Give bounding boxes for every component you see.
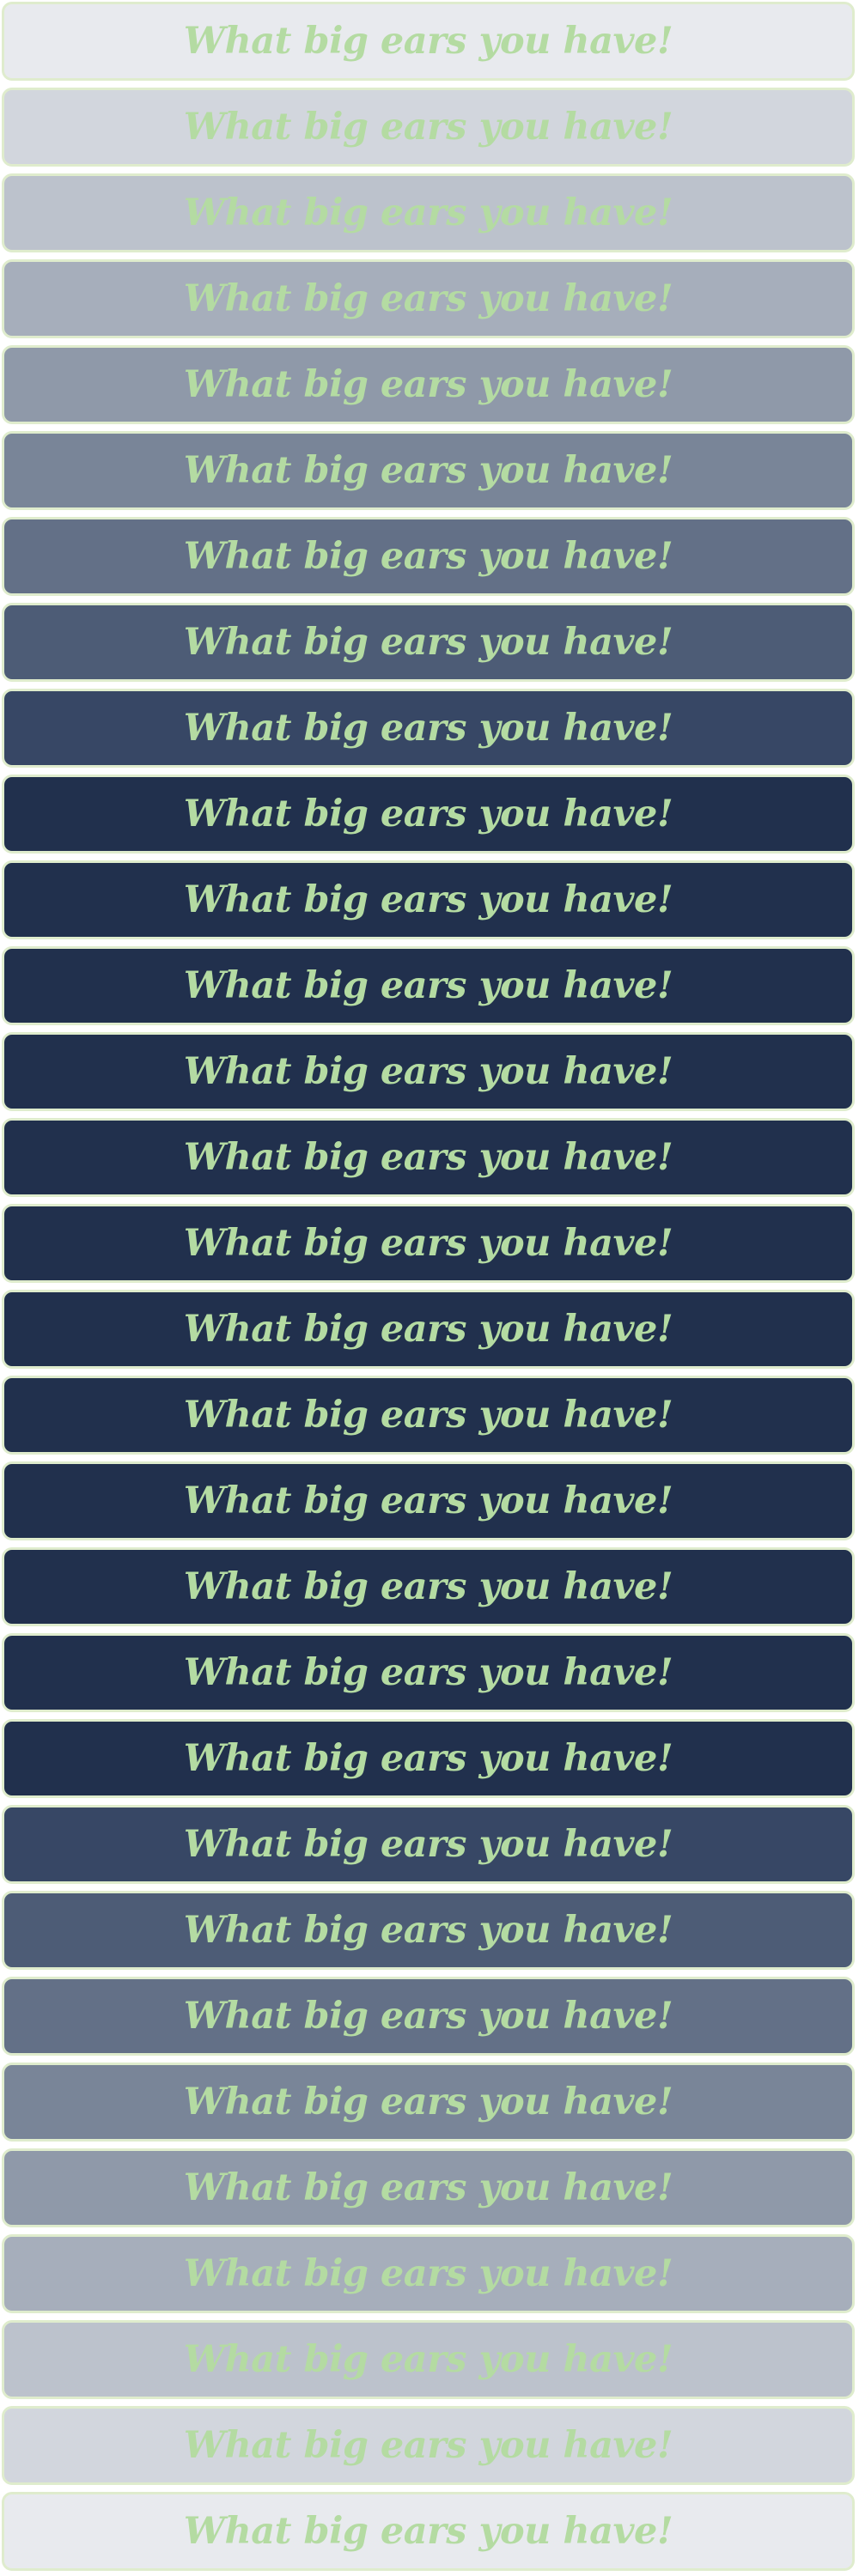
banner-text: What big ears you have!	[183, 2080, 673, 2123]
text-banner: What big ears you have!	[2, 88, 855, 167]
banner-text: What big ears you have!	[183, 1994, 673, 2038]
text-banner: What big ears you have!	[2, 860, 855, 939]
text-banner: What big ears you have!	[2, 2, 855, 81]
text-banner: What big ears you have!	[2, 1032, 855, 1111]
banner-text: What big ears you have!	[183, 1822, 673, 1866]
text-banner: What big ears you have!	[2, 1719, 855, 1798]
banner-text: What big ears you have!	[183, 2423, 673, 2467]
text-banner: What big ears you have!	[2, 946, 855, 1025]
banner-text: What big ears you have!	[183, 1736, 673, 1780]
text-banner: What big ears you have!	[2, 2063, 855, 2142]
text-banner: What big ears you have!	[2, 1118, 855, 1197]
text-banner: What big ears you have!	[2, 775, 855, 854]
text-banner: What big ears you have!	[2, 2320, 855, 2399]
text-banner: What big ears you have!	[2, 431, 855, 510]
banner-text: What big ears you have!	[183, 1049, 673, 1093]
text-banner: What big ears you have!	[2, 1547, 855, 1626]
banner-text: What big ears you have!	[183, 1564, 673, 1608]
banner-text: What big ears you have!	[183, 2337, 673, 2381]
banner-text: What big ears you have!	[183, 191, 673, 234]
text-banner: What big ears you have!	[2, 1805, 855, 1884]
banner-text: What big ears you have!	[183, 1135, 673, 1179]
text-banner: What big ears you have!	[2, 2148, 855, 2227]
banner-text: What big ears you have!	[183, 1307, 673, 1351]
text-banner: What big ears you have!	[2, 1891, 855, 1970]
banner-text: What big ears you have!	[183, 792, 673, 835]
text-banner: What big ears you have!	[2, 345, 855, 424]
text-banner: What big ears you have!	[2, 603, 855, 682]
banner-text: What big ears you have!	[183, 1908, 673, 1952]
text-banner: What big ears you have!	[2, 1204, 855, 1283]
banner-stack: What big ears you have! What big ears you…	[0, 0, 859, 2576]
text-banner: What big ears you have!	[2, 259, 855, 338]
text-banner: What big ears you have!	[2, 2492, 855, 2571]
banner-text: What big ears you have!	[183, 105, 673, 149]
text-banner: What big ears you have!	[2, 2406, 855, 2485]
text-banner: What big ears you have!	[2, 689, 855, 768]
text-banner: What big ears you have!	[2, 1461, 855, 1540]
text-banner: What big ears you have!	[2, 517, 855, 596]
banner-text: What big ears you have!	[183, 1221, 673, 1265]
text-banner: What big ears you have!	[2, 2234, 855, 2313]
banner-text: What big ears you have!	[183, 878, 673, 921]
banner-text: What big ears you have!	[183, 2166, 673, 2209]
text-banner: What big ears you have!	[2, 1290, 855, 1369]
banner-text: What big ears you have!	[183, 276, 673, 320]
text-banner: What big ears you have!	[2, 1376, 855, 1455]
banner-text: What big ears you have!	[183, 706, 673, 750]
banner-text: What big ears you have!	[183, 19, 673, 63]
banner-text: What big ears you have!	[183, 534, 673, 578]
banner-text: What big ears you have!	[183, 1650, 673, 1694]
text-banner: What big ears you have!	[2, 1633, 855, 1712]
banner-text: What big ears you have!	[183, 620, 673, 664]
banner-text: What big ears you have!	[183, 963, 673, 1007]
banner-text: What big ears you have!	[183, 1393, 673, 1437]
text-banner: What big ears you have!	[2, 1977, 855, 2056]
text-banner: What big ears you have!	[2, 173, 855, 252]
banner-text: What big ears you have!	[183, 1479, 673, 1522]
banner-text: What big ears you have!	[183, 2251, 673, 2295]
banner-text: What big ears you have!	[183, 448, 673, 492]
banner-text: What big ears you have!	[183, 362, 673, 406]
banner-text: What big ears you have!	[183, 2509, 673, 2553]
